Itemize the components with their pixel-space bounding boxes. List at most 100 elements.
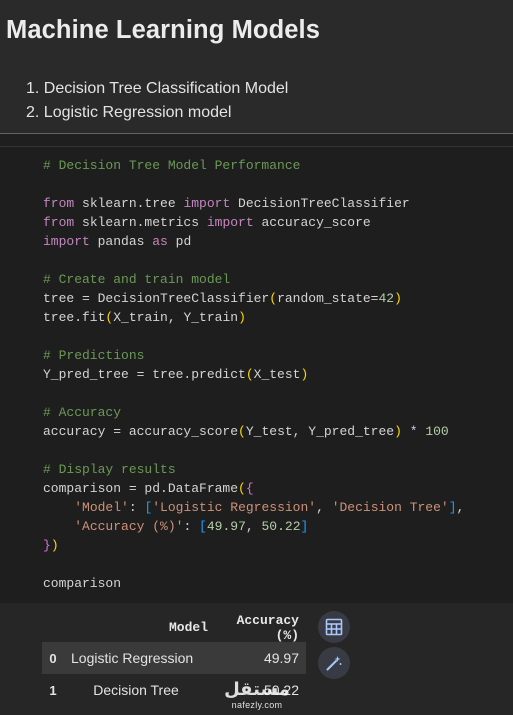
code-token: # Accuracy — [43, 405, 122, 420]
convert-to-interactive-table-button[interactable] — [318, 611, 350, 643]
code-token: Y_test, Y_pred_tree — [245, 424, 395, 439]
markdown-cell[interactable]: Machine Learning Models 1. Decision Tree… — [0, 0, 513, 134]
code-cell[interactable]: # Decision Tree Model Performance from sk… — [0, 146, 513, 602]
code-line: # Predictions — [43, 346, 464, 365]
code-token: tree = DecisionTreeClassifier — [43, 291, 270, 306]
code-token: pandas — [89, 234, 153, 249]
code-line: accuracy = accuracy_score(Y_test, Y_pred… — [43, 422, 464, 441]
code-token: sklearn.tree — [74, 196, 184, 211]
code-token: # Display results — [43, 462, 176, 477]
code-token: ) — [238, 310, 246, 325]
code-token: comparison — [43, 576, 122, 591]
code-token: accuracy = accuracy_score — [43, 424, 239, 439]
code-token: [ — [199, 519, 207, 534]
table-row: 0 Logistic Regression 49.97 — [42, 642, 306, 674]
code-token: ) — [300, 367, 309, 382]
code-line: import pandas as pd — [43, 232, 464, 251]
code-line: from sklearn.metrics import accuracy_sco… — [43, 213, 464, 232]
code-token: { — [245, 481, 254, 496]
code-token: tree.fit — [43, 310, 106, 325]
code-token: , — [456, 500, 465, 515]
code-line: from sklearn.tree import DecisionTreeCla… — [43, 194, 464, 213]
code-token: import — [206, 215, 254, 230]
code-token: import — [43, 234, 90, 249]
code-line: Y_pred_tree = tree.predict(X_test) — [43, 365, 464, 384]
code-token: import — [183, 196, 231, 211]
code-token: ( — [238, 481, 246, 496]
code-token: accuracy_score — [253, 215, 371, 230]
watermark-logo: مستقل nafezly.com — [222, 680, 292, 711]
cell-model: Decision Tree — [93, 682, 179, 698]
code-line: # Decision Tree Model Performance — [43, 156, 464, 175]
row-index: 1 — [49, 682, 57, 698]
cell-model: Logistic Regression — [71, 650, 194, 666]
code-token: from — [43, 215, 75, 230]
code-line: # Accuracy — [43, 403, 464, 422]
column-header-accuracy: Accuracy (%) — [236, 612, 299, 643]
code-token: 49.97 — [206, 519, 246, 534]
row-index: 0 — [49, 650, 57, 666]
code-line: # Create and train model — [43, 270, 464, 289]
magic-wand-icon — [326, 656, 342, 671]
code-token: # Predictions — [43, 348, 145, 363]
code-token: } — [43, 538, 51, 553]
code-token: ) — [394, 424, 402, 439]
code-line: 'Accuracy (%)': [49.97, 50.22] — [43, 517, 464, 536]
code-token: from — [43, 196, 75, 211]
page-title: Machine Learning Models — [6, 16, 321, 44]
code-editor[interactable]: # Decision Tree Model Performance from sk… — [43, 156, 464, 593]
code-token: : — [183, 519, 200, 534]
watermark-text: مستقل — [224, 679, 290, 700]
column-header-model: Model — [168, 620, 208, 635]
table-icon — [325, 618, 343, 636]
code-token: 100 — [425, 424, 449, 439]
code-token: # Decision Tree Model Performance — [43, 158, 301, 173]
code-line: tree = DecisionTreeClassifier(random_sta… — [43, 289, 464, 308]
code-line: # Display results — [43, 460, 464, 479]
code-token: , — [245, 519, 262, 534]
code-token: random_state= — [277, 291, 379, 306]
code-token: 50.22 — [261, 519, 301, 534]
list-item: 2. Logistic Regression model — [26, 104, 232, 121]
code-token: ) — [50, 538, 59, 553]
code-token: DecisionTreeClassifier — [230, 196, 410, 211]
code-token: sklearn.metrics — [74, 215, 207, 230]
code-token: X_test — [253, 367, 301, 382]
code-token: Y_pred_tree = tree.predict — [43, 367, 246, 382]
model-list: 1. Decision Tree Classification Model 2.… — [26, 77, 288, 125]
code-token: 'Accuracy (%)' — [74, 519, 184, 534]
watermark-url: nafezly.com — [231, 700, 283, 710]
code-token: * — [401, 424, 426, 439]
code-token: ( — [245, 367, 254, 382]
code-line: tree.fit(X_train, Y_train) — [43, 308, 464, 327]
code-token: ) — [394, 291, 402, 306]
suggest-chart-button[interactable] — [318, 647, 350, 679]
code-token: 'Decision Tree' — [331, 500, 449, 515]
code-token: 'Model' — [74, 500, 129, 515]
table-header: Model Accuracy (%) — [42, 612, 306, 643]
code-token: , — [316, 500, 332, 515]
code-line: comparison — [43, 574, 464, 593]
code-token: 42 — [378, 291, 395, 306]
code-token: ] — [448, 500, 457, 515]
cell-accuracy: 49.97 — [263, 650, 299, 666]
code-token: 'Logistic Regression' — [152, 500, 317, 515]
code-token: ( — [238, 424, 246, 439]
code-token: : — [128, 500, 145, 515]
code-token: as — [152, 234, 168, 249]
code-token: pd — [167, 234, 192, 249]
code-token: comparison = pd.DataFrame — [43, 481, 239, 496]
code-token: X_train, Y_train — [113, 310, 239, 325]
code-token: ( — [269, 291, 278, 306]
code-line: 'Model': ['Logistic Regression', 'Decisi… — [43, 498, 464, 517]
list-item: 1. Decision Tree Classification Model — [26, 80, 289, 97]
code-line: }) — [43, 536, 464, 555]
